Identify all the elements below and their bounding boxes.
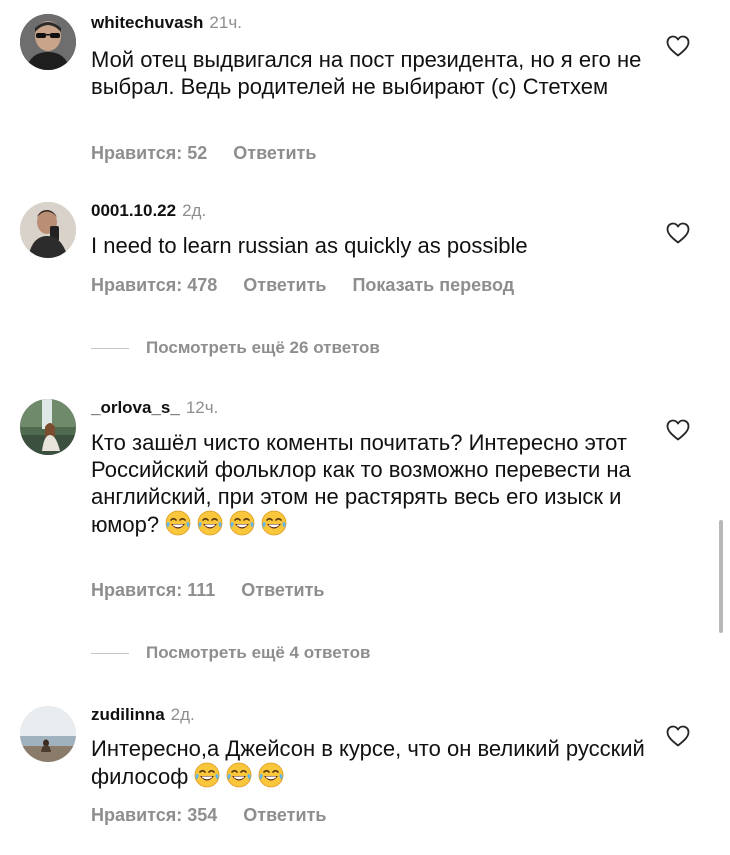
face-with-tears-of-joy-icon xyxy=(227,762,252,788)
reply-button[interactable]: Ответить xyxy=(241,579,324,601)
comment-header: zudilinna 2д. xyxy=(91,704,195,727)
likes-count[interactable]: Нравится: 52 xyxy=(91,142,207,164)
man-sunglasses-avatar-icon xyxy=(20,14,76,70)
heart-outline-icon[interactable] xyxy=(666,419,690,441)
scrollbar[interactable] xyxy=(719,520,723,633)
face-with-tears-of-joy-icon xyxy=(165,510,191,536)
comment-text: Интересно,а Джейсон в курсе, что он вели… xyxy=(91,735,651,790)
comment-body: Мой отец выдвигался на пост президента, … xyxy=(91,47,642,99)
emoji-group xyxy=(188,762,284,789)
comment-header: whitechuvash 21ч. xyxy=(91,12,242,35)
reply-button[interactable]: Ответить xyxy=(233,142,316,164)
comment-header: 0001.10.22 2д. xyxy=(91,200,206,223)
divider-line xyxy=(91,348,129,349)
comment-actions: Нравится: 354 Ответить xyxy=(91,804,352,826)
avatar[interactable] xyxy=(20,202,76,258)
reply-button[interactable]: Ответить xyxy=(243,274,326,296)
face-with-tears-of-joy-icon xyxy=(229,510,255,536)
face-with-tears-of-joy-icon xyxy=(197,510,223,536)
timestamp: 12ч. xyxy=(185,398,219,417)
avatar[interactable] xyxy=(20,399,76,455)
timestamp: 2д. xyxy=(170,705,195,724)
comment-text: I need to learn russian as quickly as po… xyxy=(91,232,651,259)
beach-seated-avatar-icon xyxy=(20,706,76,762)
comment-actions: Нравится: 52 Ответить xyxy=(91,142,342,164)
timestamp: 2д. xyxy=(182,201,207,220)
comment-body: Интересно,а Джейсон в курсе, что он вели… xyxy=(91,736,645,789)
likes-count[interactable]: Нравится: 478 xyxy=(91,274,217,296)
woman-waterfall-avatar-icon xyxy=(20,399,76,455)
reply-button[interactable]: Ответить xyxy=(243,804,326,826)
heart-outline-icon[interactable] xyxy=(666,35,690,57)
comment-header: _orlova_s_ 12ч. xyxy=(91,397,218,420)
face-with-tears-of-joy-icon xyxy=(261,510,287,536)
timestamp: 21ч. xyxy=(209,13,242,32)
view-more-label[interactable]: Посмотреть ещё 4 ответов xyxy=(146,642,370,664)
show-translation-button[interactable]: Показать перевод xyxy=(352,274,514,296)
heart-outline-icon[interactable] xyxy=(666,725,690,747)
emoji-group xyxy=(159,510,287,537)
comment-actions: Нравится: 111 Ответить xyxy=(91,579,350,601)
comment-body: I need to learn russian as quickly as po… xyxy=(91,233,528,258)
heart-outline-icon[interactable] xyxy=(666,222,690,244)
username[interactable]: zudilinna xyxy=(91,705,165,724)
username[interactable]: 0001.10.22 xyxy=(91,201,176,220)
username[interactable]: whitechuvash xyxy=(91,13,203,32)
avatar[interactable] xyxy=(20,706,76,762)
face-with-tears-of-joy-icon xyxy=(259,762,284,788)
likes-count[interactable]: Нравится: 111 xyxy=(91,579,215,601)
comment-actions: Нравится: 478 Ответить Показать перевод xyxy=(91,274,540,296)
view-more-label[interactable]: Посмотреть ещё 26 ответов xyxy=(146,337,380,359)
likes-count[interactable]: Нравится: 354 xyxy=(91,804,217,826)
username[interactable]: _orlova_s_ xyxy=(91,398,180,417)
divider-line xyxy=(91,653,129,654)
mirror-selfie-avatar-icon xyxy=(20,202,76,258)
avatar[interactable] xyxy=(20,14,76,70)
comment-text: Кто зашёл чисто коменты почитать? Интере… xyxy=(91,429,646,538)
face-with-tears-of-joy-icon xyxy=(195,762,220,788)
comment-text: Мой отец выдвигался на пост президента, … xyxy=(91,46,651,100)
